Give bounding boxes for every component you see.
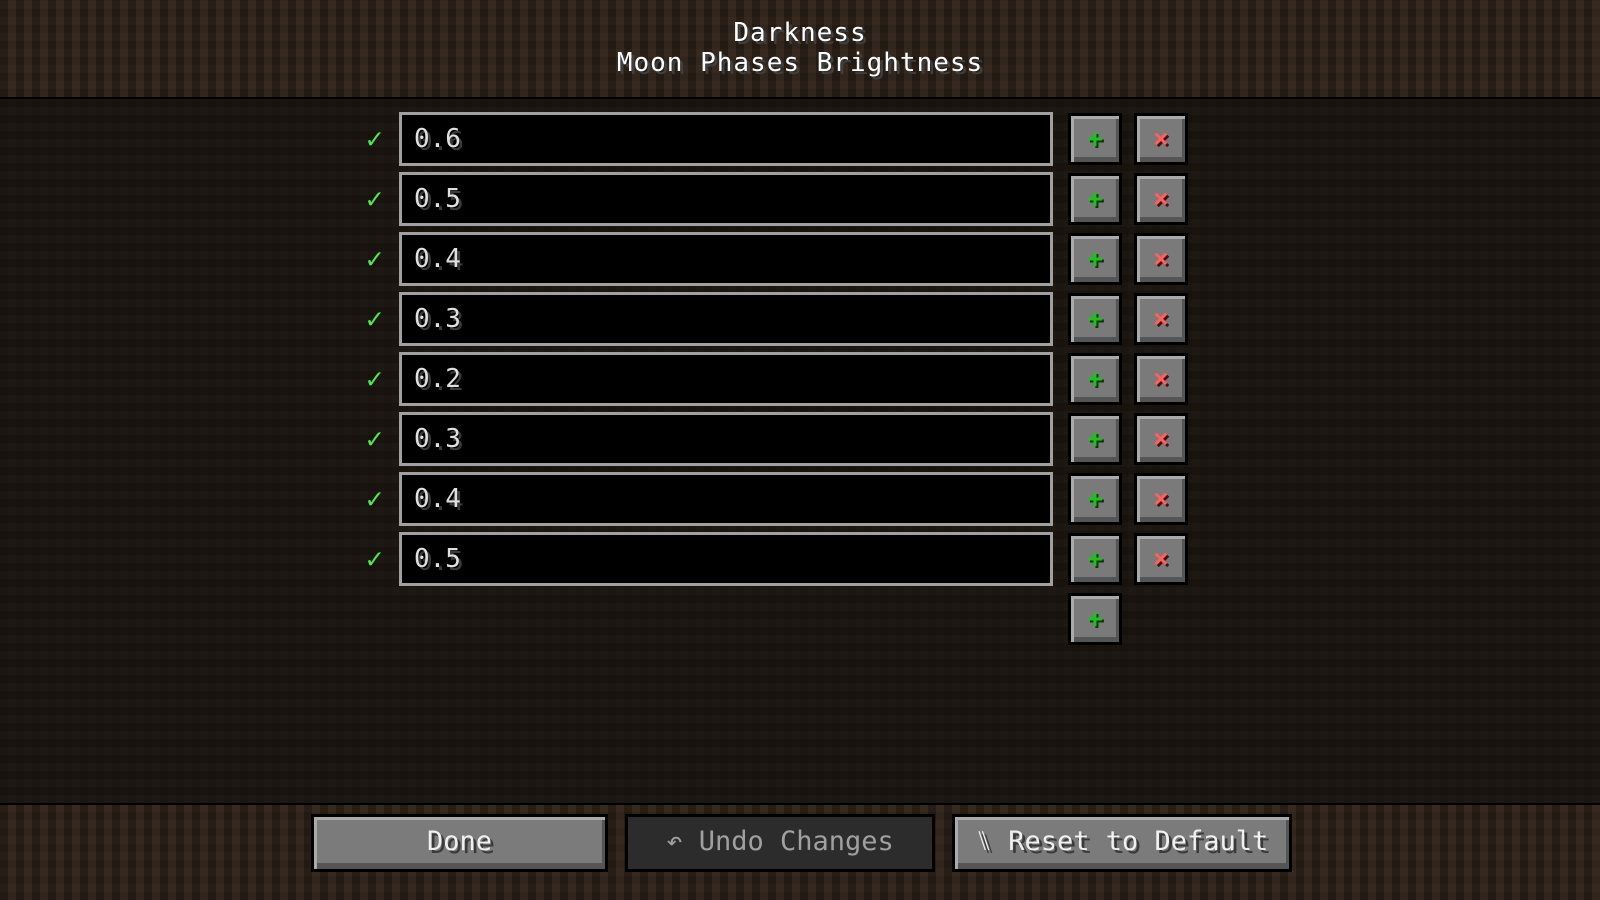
list-entry: ✓ 0.4 + × [0,232,1600,286]
x-icon: × [1153,484,1169,514]
value-input[interactable]: 0.6 [399,112,1053,166]
list-entry: ✓ 0.5 + × [0,532,1600,586]
reset-to-default-button[interactable]: ⑊ Reset to Default [952,814,1292,872]
list-entry: ✓ 0.3 + × [0,412,1600,466]
undo-changes-button[interactable]: ↶ Undo Changes [625,814,935,872]
value-input[interactable]: 0.4 [399,232,1053,286]
remove-entry-button[interactable]: × [1134,533,1188,585]
add-entry-button[interactable]: + [1068,293,1122,345]
add-row: + [0,592,1600,646]
check-icon: ✓ [366,542,383,575]
add-entry-button[interactable]: + [1068,413,1122,465]
check-icon: ✓ [366,362,383,395]
x-icon: × [1153,544,1169,574]
plus-icon: + [1087,484,1103,514]
add-entry-button[interactable]: + [1068,533,1122,585]
check-icon: ✓ [366,242,383,275]
x-icon: × [1153,304,1169,334]
x-icon: × [1153,244,1169,274]
value-input[interactable]: 0.5 [399,532,1053,586]
value-input[interactable]: 0.3 [399,412,1053,466]
add-entry-button[interactable]: + [1068,353,1122,405]
reset-icon: ⑊ [975,826,992,857]
list-entry: ✓ 0.3 + × [0,292,1600,346]
plus-icon: + [1087,304,1103,334]
remove-entry-button[interactable]: × [1134,353,1188,405]
list-entry: ✓ 0.5 + × [0,172,1600,226]
add-entry-button[interactable]: + [1068,473,1122,525]
reset-label: Reset to Default [1008,826,1269,857]
value-input[interactable]: 0.2 [399,352,1053,406]
check-icon: ✓ [366,482,383,515]
done-button[interactable]: Done [311,814,608,872]
add-entry-button[interactable]: + [1068,233,1122,285]
plus-icon: + [1087,364,1103,394]
remove-entry-button[interactable]: × [1134,173,1188,225]
x-icon: × [1153,424,1169,454]
value-input[interactable]: 0.4 [399,472,1053,526]
x-icon: × [1153,184,1169,214]
plus-icon: + [1087,544,1103,574]
list-entry: ✓ 0.6 + × [0,112,1600,166]
x-icon: × [1153,124,1169,154]
value-input[interactable]: 0.5 [399,172,1053,226]
add-entry-button[interactable]: + [1068,173,1122,225]
check-icon: ✓ [366,182,383,215]
plus-icon: + [1087,424,1103,454]
plus-icon: + [1087,184,1103,214]
add-entry-button[interactable]: + [1068,593,1122,645]
undo-label: Undo Changes [698,826,894,857]
screen-title: Darkness [733,18,867,48]
header: Darkness Moon Phases Brightness [0,0,1600,99]
option-name: Moon Phases Brightness [616,48,984,78]
remove-entry-button[interactable]: × [1134,233,1188,285]
remove-entry-button[interactable]: × [1134,413,1188,465]
done-label: Done [426,826,493,857]
remove-entry-button[interactable]: × [1134,113,1188,165]
plus-icon: + [1087,124,1103,154]
check-icon: ✓ [366,122,383,155]
check-icon: ✓ [366,302,383,335]
list-entry: ✓ 0.2 + × [0,352,1600,406]
remove-entry-button[interactable]: × [1134,293,1188,345]
check-icon: ✓ [366,422,383,455]
plus-icon: + [1087,604,1103,634]
list-entry: ✓ 0.4 + × [0,472,1600,526]
add-entry-button[interactable]: + [1068,113,1122,165]
plus-icon: + [1087,244,1103,274]
value-input[interactable]: 0.3 [399,292,1053,346]
x-icon: × [1153,364,1169,394]
remove-entry-button[interactable]: × [1134,473,1188,525]
undo-arrow-icon: ↶ [666,826,683,857]
